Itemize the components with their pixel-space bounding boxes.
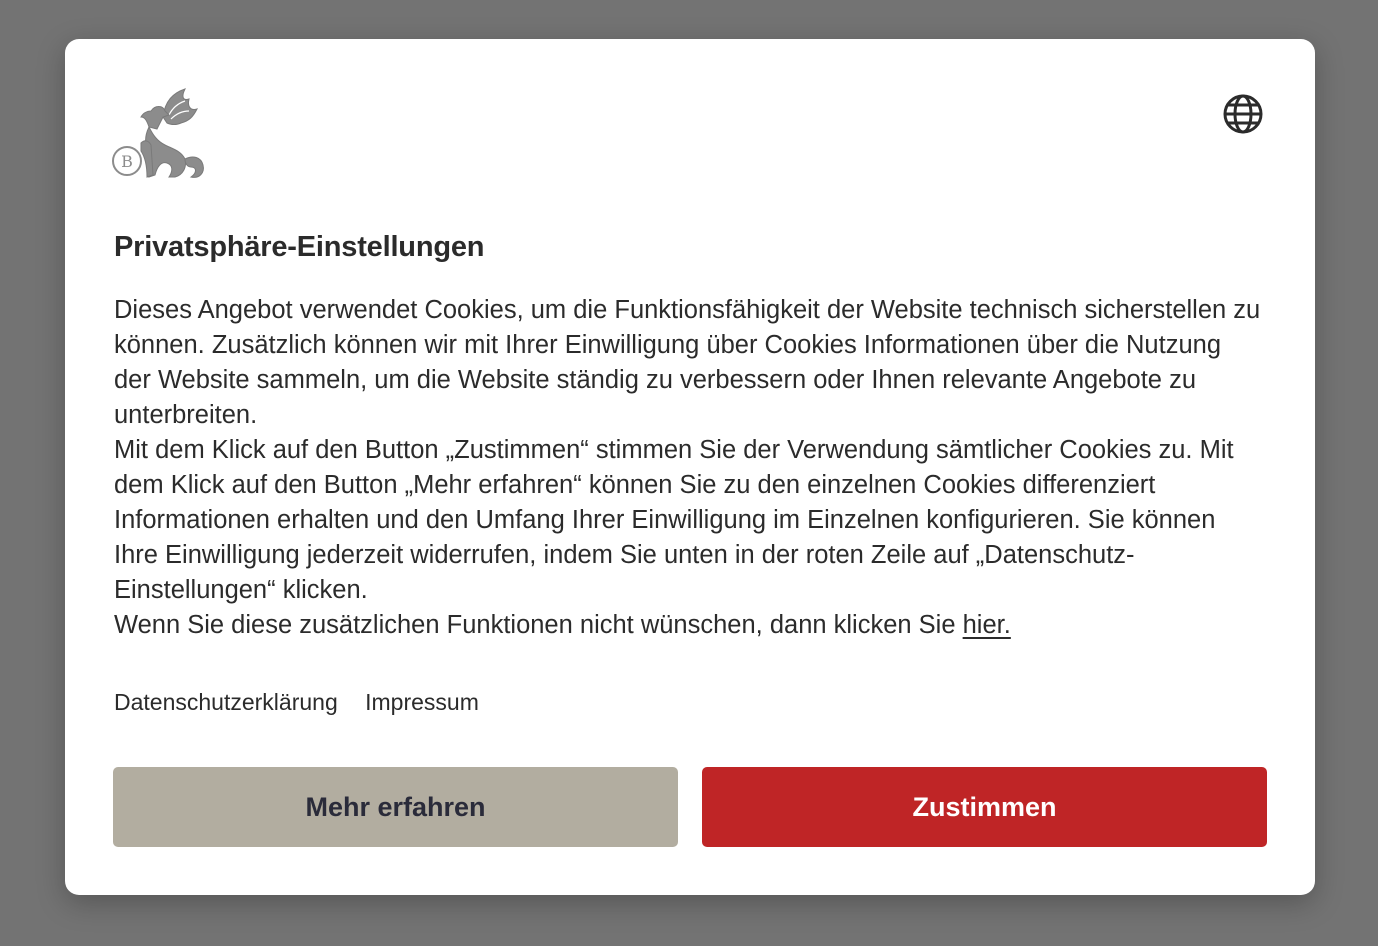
globe-icon[interactable] [1222, 93, 1264, 135]
dialog-title: Privatsphäre-Einstellungen [114, 231, 485, 263]
imprint-link[interactable]: Impressum [365, 689, 479, 715]
more-info-button[interactable]: Mehr erfahren [113, 767, 678, 847]
griffin-logo: B [112, 88, 204, 178]
description-paragraph-3-text: Wenn Sie diese zusätzlichen Funktionen n… [114, 611, 963, 639]
privacy-policy-link[interactable]: Datenschutzerklärung [114, 689, 338, 715]
description-paragraph-1: Dieses Angebot verwendet Cookies, um die… [114, 296, 1261, 429]
description-paragraph-3: Wenn Sie diese zusätzlichen Funktionen n… [114, 608, 1264, 643]
dialog-description: Dieses Angebot verwendet Cookies, um die… [114, 293, 1264, 643]
description-paragraph-2: Mit dem Klick auf den Button „Zustimmen“… [114, 436, 1234, 604]
accept-button[interactable]: Zustimmen [702, 767, 1267, 847]
decline-link[interactable]: hier. [963, 611, 1011, 639]
legal-links: Datenschutzerklärung Impressum [114, 689, 500, 716]
svg-text:B: B [121, 152, 133, 171]
cookie-consent-dialog: B Privatsphäre-Einstellungen Dieses Ange… [65, 39, 1315, 895]
